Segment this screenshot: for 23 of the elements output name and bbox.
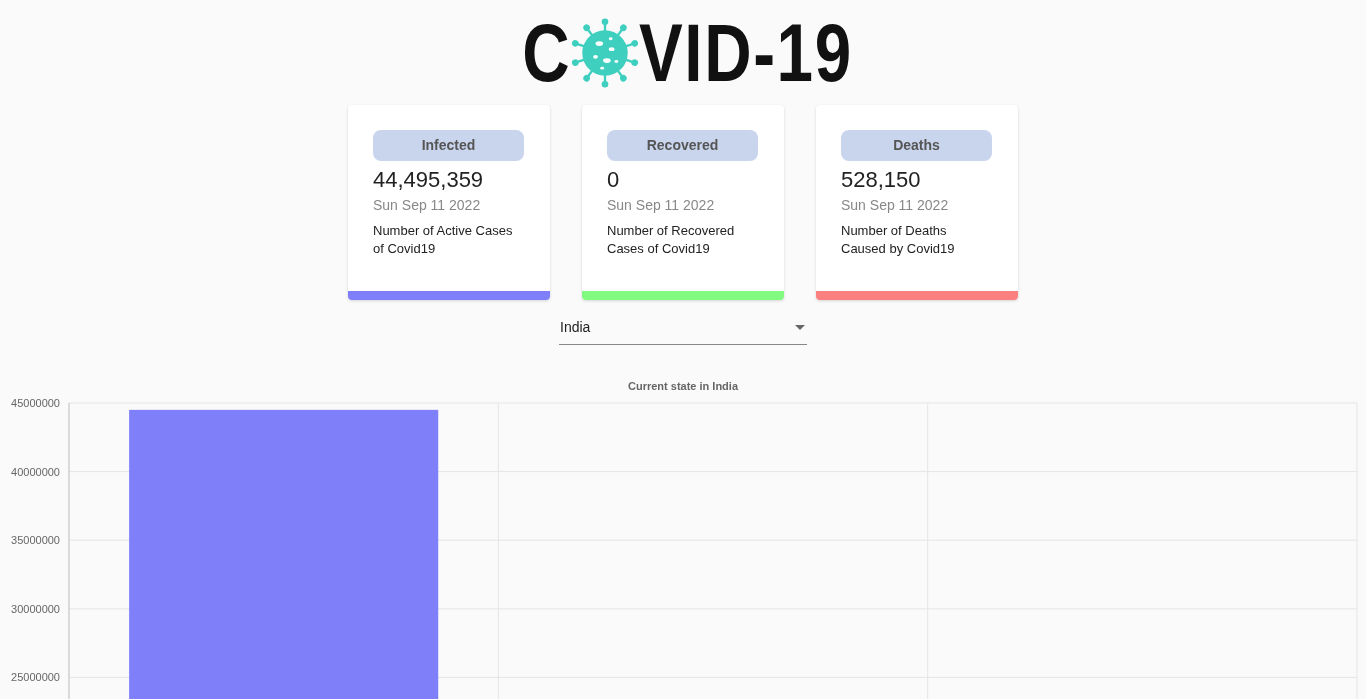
stat-description: Number of Recovered Cases of Covid19 [607, 222, 736, 258]
stat-description: Number of Active Cases of Covid19 [373, 222, 514, 258]
stat-value: 528,150 [841, 166, 922, 194]
stat-date: Sun Sep 11 2022 [373, 196, 482, 215]
caret-icon [795, 324, 805, 330]
logo-text: VID-19 [639, 12, 853, 94]
logo-text: C [522, 12, 571, 94]
y-axis-label: 40000000 [11, 465, 60, 478]
stat-value: 0 [607, 166, 621, 194]
card-title: Recovered [607, 130, 758, 161]
y-axis-label: 25000000 [11, 671, 60, 684]
y-axis-label: 35000000 [11, 533, 60, 546]
virus-icon [569, 15, 641, 91]
card-title: Infected [373, 130, 524, 161]
chart-title: Current state in India [628, 379, 738, 392]
country-select[interactable]: India [559, 311, 807, 345]
stat-description: Number of Deaths Caused by Covid19 [841, 222, 956, 258]
card-title: Deaths [841, 130, 992, 161]
y-axis-label: 45000000 [11, 396, 60, 409]
stat-date: Sun Sep 11 2022 [841, 196, 950, 215]
stat-date: Sun Sep 11 2022 [607, 196, 716, 215]
stat-value: 44,495,359 [373, 166, 485, 194]
y-axis-label: 30000000 [11, 602, 60, 615]
